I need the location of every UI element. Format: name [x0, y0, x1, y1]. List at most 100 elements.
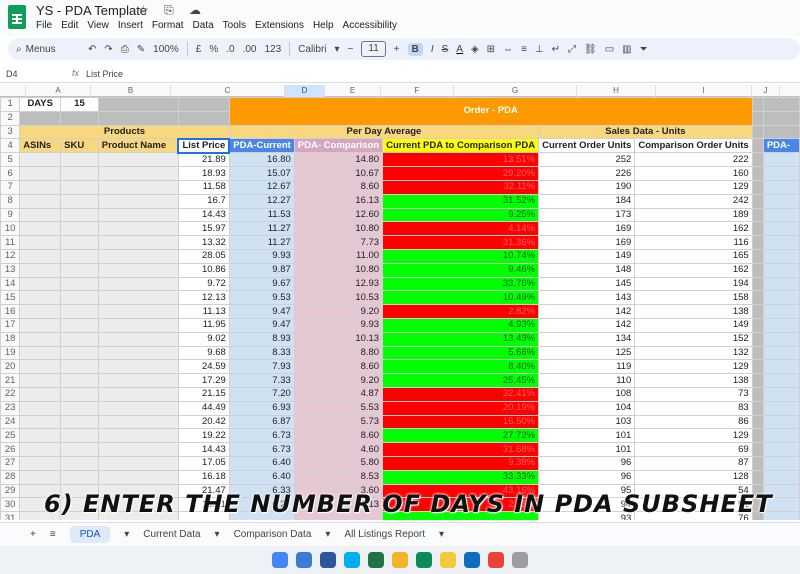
current-order-units-cell[interactable]: 149 — [538, 248, 636, 264]
comparison-order-units-cell[interactable]: 152 — [634, 331, 753, 347]
cell[interactable] — [762, 331, 800, 347]
pda-comparison-cell[interactable]: 4.87 — [293, 386, 384, 402]
cell[interactable] — [751, 317, 764, 333]
asin-cell[interactable] — [19, 345, 62, 361]
sku-cell[interactable] — [60, 317, 99, 333]
cell[interactable] — [762, 400, 800, 416]
row-number[interactable]: 2 — [0, 110, 21, 126]
row-number[interactable]: 30 — [0, 497, 21, 513]
asin-cell[interactable] — [19, 276, 62, 292]
sku-cell[interactable] — [60, 262, 99, 278]
products-header[interactable]: Products — [19, 124, 230, 140]
pda-comparison-cell[interactable]: 12.93 — [293, 276, 384, 292]
pda-current-cell[interactable]: 12.27 — [228, 193, 295, 209]
comparison-order-units-cell[interactable]: 129 — [634, 428, 753, 444]
row-number[interactable]: 8 — [0, 193, 21, 209]
cell[interactable] — [751, 166, 764, 181]
pda-current-cell[interactable]: 9.87 — [228, 262, 295, 278]
comparison-order-units-cell[interactable]: 69 — [634, 442, 753, 457]
per-day-average-header[interactable]: Per Day Average — [228, 124, 540, 140]
sku-cell[interactable] — [60, 166, 99, 181]
notes-icon[interactable] — [440, 552, 456, 568]
current-order-units-cell[interactable]: 169 — [538, 221, 636, 237]
list-price-cell[interactable]: 16.7 — [177, 193, 230, 209]
sku-cell[interactable] — [60, 221, 99, 237]
row-number[interactable]: 28 — [0, 469, 21, 485]
list-price-cell[interactable]: 21.15 — [177, 386, 230, 402]
column-header-d[interactable]: D — [285, 85, 325, 97]
menu-item-help[interactable]: Help — [313, 20, 334, 31]
row-number[interactable]: 5 — [0, 152, 21, 168]
product-name-cell[interactable] — [97, 276, 179, 292]
strikethrough-button[interactable]: S — [442, 44, 449, 55]
pda-comparison-cell[interactable]: 10.13 — [293, 331, 384, 347]
cell[interactable] — [762, 207, 800, 223]
cell[interactable] — [762, 373, 800, 388]
pda-current-cell[interactable]: 6.93 — [228, 400, 295, 416]
list-price-cell[interactable]: 15.97 — [177, 221, 230, 237]
pda-change-cell[interactable]: 20.19% — [382, 400, 540, 416]
comparison-order-units-cell[interactable]: 129 — [634, 359, 753, 375]
list-price-header[interactable]: List Price — [177, 137, 231, 154]
product-name-cell[interactable] — [97, 152, 179, 168]
asin-cell[interactable] — [19, 152, 62, 168]
cell[interactable] — [751, 179, 764, 195]
menu-item-tools[interactable]: Tools — [223, 20, 246, 31]
row-number[interactable]: 26 — [0, 442, 21, 457]
product-name-cell[interactable] — [97, 331, 179, 347]
document-title[interactable]: YS - PDA Template — [36, 3, 147, 18]
row-number[interactable]: 16 — [0, 304, 21, 319]
pda-change-cell[interactable]: 2.82% — [382, 304, 540, 319]
cell[interactable] — [97, 110, 179, 126]
increase-decimal-button[interactable]: .00 — [243, 44, 257, 55]
days-label-cell[interactable]: DAYS — [19, 97, 62, 112]
column-header-j[interactable]: J — [752, 85, 780, 97]
asin-cell[interactable] — [19, 166, 62, 181]
redo-icon[interactable]: ↷ — [104, 44, 112, 55]
pda-change-cell[interactable]: 9.46% — [382, 262, 540, 278]
cell[interactable] — [762, 428, 800, 444]
text-wrap-icon[interactable]: ↵ — [552, 44, 560, 55]
row-number[interactable]: 21 — [0, 373, 21, 388]
borders-icon[interactable]: ⊞ — [487, 44, 495, 55]
select-all-corner[interactable] — [0, 85, 26, 97]
column-header-h[interactable]: H — [577, 85, 656, 97]
pda-comparison-cell[interactable]: 8.60 — [293, 428, 384, 444]
list-price-cell[interactable]: 44.49 — [177, 400, 230, 416]
asins-header[interactable]: ASINs — [19, 138, 62, 154]
chart-icon[interactable]: ▥ — [622, 44, 631, 55]
menu-item-extensions[interactable]: Extensions — [255, 20, 304, 31]
pda-change-cell[interactable]: 10.74% — [382, 248, 540, 264]
current-order-units-cell[interactable]: 148 — [538, 262, 636, 278]
list-price-cell[interactable]: 17.05 — [177, 455, 230, 471]
bold-button[interactable]: B — [407, 42, 423, 56]
tab-comparison-data[interactable]: Comparison Data — [234, 529, 312, 540]
pda-comparison-cell[interactable]: 16.13 — [293, 193, 384, 209]
font-select[interactable]: Calibri — [298, 44, 326, 55]
cell[interactable] — [751, 331, 764, 347]
product-name-cell[interactable] — [97, 290, 179, 306]
menu-item-view[interactable]: View — [87, 20, 109, 31]
pda-change-cell[interactable]: 13.43% — [382, 331, 540, 347]
pda-current-cell[interactable]: 7.33 — [228, 373, 295, 388]
pda-comparison-cell[interactable]: 10.53 — [293, 290, 384, 306]
column-header-a[interactable]: A — [26, 85, 91, 97]
pda-change-cell[interactable]: 27.72% — [382, 428, 540, 444]
comparison-order-units-cell[interactable]: 83 — [634, 400, 753, 416]
currency-format-button[interactable]: £ — [196, 44, 202, 55]
cell[interactable] — [751, 138, 764, 154]
sku-header[interactable]: SKU — [60, 138, 99, 154]
fill-color-icon[interactable]: ◈ — [471, 44, 479, 55]
current-order-units-cell[interactable]: 143 — [538, 290, 636, 306]
current-order-units-cell[interactable]: 104 — [538, 400, 636, 416]
cell[interactable] — [751, 359, 764, 375]
current-order-units-cell[interactable]: 145 — [538, 276, 636, 292]
pda-change-cell[interactable]: 25.45% — [382, 373, 540, 388]
pda-comparison-cell[interactable]: 7.73 — [293, 235, 384, 250]
tab-all-listings-report[interactable]: All Listings Report — [344, 529, 425, 540]
product-name-cell[interactable] — [97, 373, 179, 388]
pda-change-cell[interactable]: 10.49% — [382, 290, 540, 306]
asin-cell[interactable] — [19, 455, 62, 471]
paint-format-icon[interactable]: ✎ — [137, 44, 145, 55]
product-name-cell[interactable] — [97, 428, 179, 444]
